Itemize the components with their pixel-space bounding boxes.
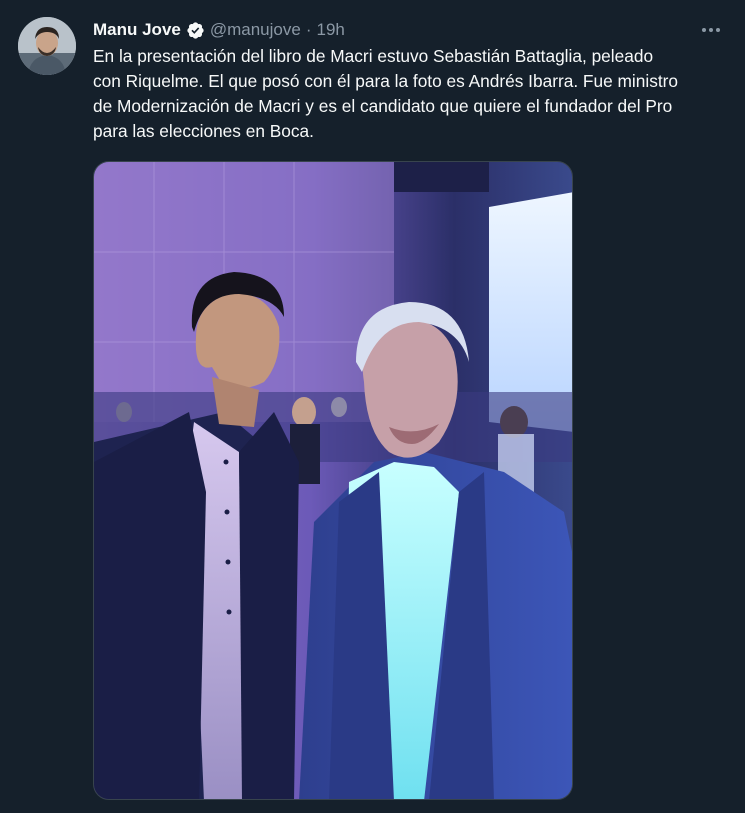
separator-dot: · [305,20,312,39]
timestamp[interactable]: 19h [317,19,345,41]
avatar-image [18,17,76,75]
verified-badge-icon [186,21,205,40]
more-horizontal-icon[interactable] [697,17,725,43]
tweet: Manu Jove @manujove · 19h En la presenta… [0,0,745,813]
author-handle[interactable]: @manujove [210,19,301,41]
avatar[interactable] [18,17,76,75]
photo-image [94,162,572,799]
author-name[interactable]: Manu Jove [93,19,181,41]
tweet-text: En la presentación del libro de Macri es… [93,46,678,141]
tweet-header: Manu Jove @manujove · 19h [93,17,725,43]
tweet-photo[interactable] [93,161,573,800]
